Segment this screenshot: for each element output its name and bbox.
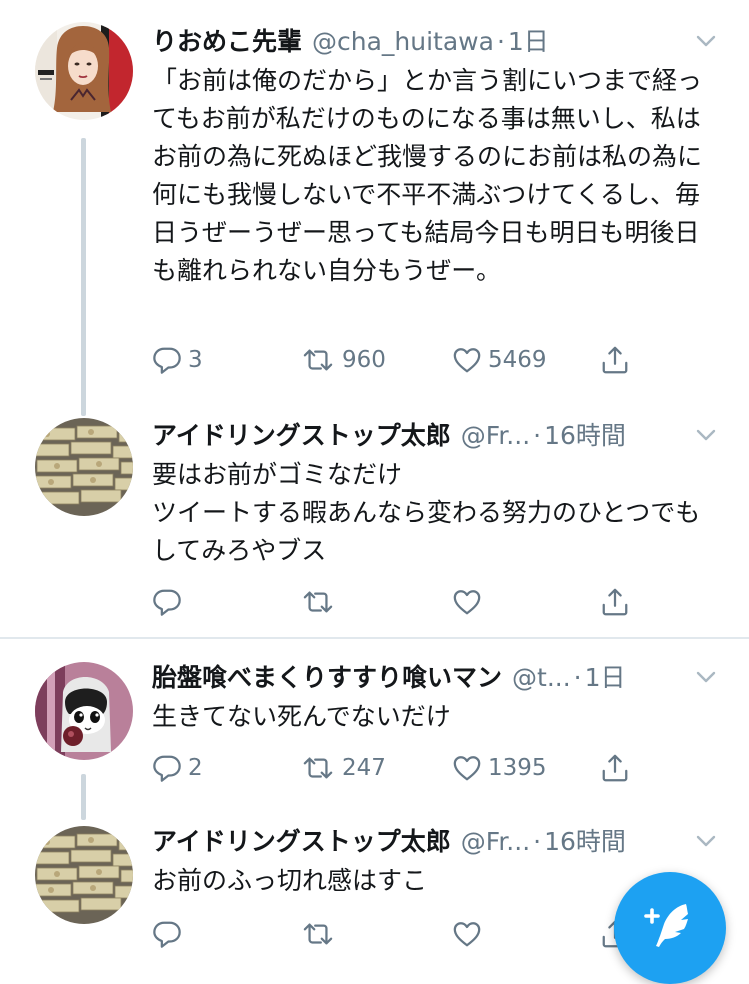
user-handle[interactable]: @Fr... [461,822,530,862]
tweet-actions: 2 247 1395 [152,748,642,788]
share-icon [600,345,630,375]
separator: · [496,27,505,56]
tweet-content[interactable]: りおめこ先輩 @cha_huitawa · 1日 「お前は俺のだから」とか言う割… [152,22,721,290]
tweet-header: アイドリングストップ太郎 @Fr... · 16時間 [152,822,721,862]
like-button[interactable]: 1395 [452,748,547,788]
retweet-button[interactable]: 960 [300,340,386,380]
reply-icon [152,345,182,375]
timestamp[interactable]: 1日 [585,658,626,698]
retweet-count: 247 [342,755,386,781]
like-count: 5469 [488,347,547,373]
reply-button[interactable]: 3 [152,340,203,380]
retweet-button[interactable] [300,914,342,954]
retweet-icon [300,587,336,617]
timestamp[interactable]: 16時間 [544,822,626,862]
avatar[interactable] [35,826,133,924]
display-name[interactable]: アイドリングストップ太郎 [152,822,451,862]
thread-line [81,138,86,416]
tweet-actions [152,914,642,954]
compose-tweet-button[interactable] [614,872,726,984]
heart-icon [452,587,482,617]
separator: · [573,663,582,692]
avatar-image [35,418,133,516]
chevron-down-icon[interactable] [691,26,721,56]
reply-icon [152,753,182,783]
avatar-image [35,826,133,924]
share-button[interactable] [600,582,630,622]
tweet-content[interactable]: 胎盤喰べまくりすすり喰いマン @t... · 1日 生きてない死んでないだけ [152,658,721,736]
avatar[interactable] [35,418,133,516]
thread-line [81,774,86,820]
heart-icon [452,345,482,375]
user-handle[interactable]: @t... [512,658,571,698]
like-button[interactable] [452,914,488,954]
tweet-text: 生きてない死んでないだけ [152,702,451,731]
share-icon [600,753,630,783]
chevron-down-icon[interactable] [691,662,721,692]
tweet-actions [152,582,642,622]
share-button[interactable] [600,340,630,380]
separator: · [533,827,542,856]
tweet-text: 要はお前がゴミなだけ ツイートする暇あんなら変わる努力のひとつでもしてみろやブス [152,460,701,565]
retweet-count: 960 [342,347,386,373]
chevron-down-icon[interactable] [691,826,721,856]
avatar-image [35,22,133,120]
tweet-header: アイドリングストップ太郎 @Fr... · 16時間 [152,416,721,456]
tweet-text: 「お前は俺のだから」とか言う割にいつまで経ってもお前が私だけのものになる事は無い… [152,66,703,285]
retweet-icon [300,345,336,375]
chevron-down-icon[interactable] [691,420,721,450]
tweet-content[interactable]: アイドリングストップ太郎 @Fr... · 16時間 要はお前がゴミなだけ ツイ… [152,416,721,570]
avatar[interactable] [35,662,133,760]
reply-icon [152,919,182,949]
compose-tweet-icon [644,904,688,947]
retweet-icon [300,919,336,949]
reply-count: 3 [188,347,203,373]
retweet-button[interactable]: 247 [300,748,386,788]
share-icon [600,587,630,617]
display-name[interactable]: 胎盤喰べまくりすすり喰いマン [152,658,502,698]
reply-button[interactable] [152,582,188,622]
timestamp[interactable]: 16時間 [544,416,626,456]
heart-icon [452,753,482,783]
retweet-button[interactable] [300,582,342,622]
share-button[interactable] [600,748,630,788]
separator: · [533,421,542,450]
display-name[interactable]: りおめこ先輩 [152,22,302,62]
user-handle[interactable]: @cha_huitawa [312,22,494,62]
tweet-header: 胎盤喰べまくりすすり喰いマン @t... · 1日 [152,658,721,698]
retweet-icon [300,753,336,783]
heart-icon [452,919,482,949]
reply-count: 2 [188,755,203,781]
tweet-actions: 3 960 5469 [152,340,642,380]
tweet-divider [0,637,749,639]
reply-icon [152,587,182,617]
like-count: 1395 [488,755,547,781]
avatar[interactable] [35,22,133,120]
like-button[interactable] [452,582,488,622]
like-button[interactable]: 5469 [452,340,547,380]
avatar-image [35,662,133,760]
display-name[interactable]: アイドリングストップ太郎 [152,416,451,456]
reply-button[interactable]: 2 [152,748,203,788]
timestamp[interactable]: 1日 [508,22,549,62]
reply-button[interactable] [152,914,188,954]
user-handle[interactable]: @Fr... [461,416,530,456]
tweet-header: りおめこ先輩 @cha_huitawa · 1日 [152,22,721,62]
